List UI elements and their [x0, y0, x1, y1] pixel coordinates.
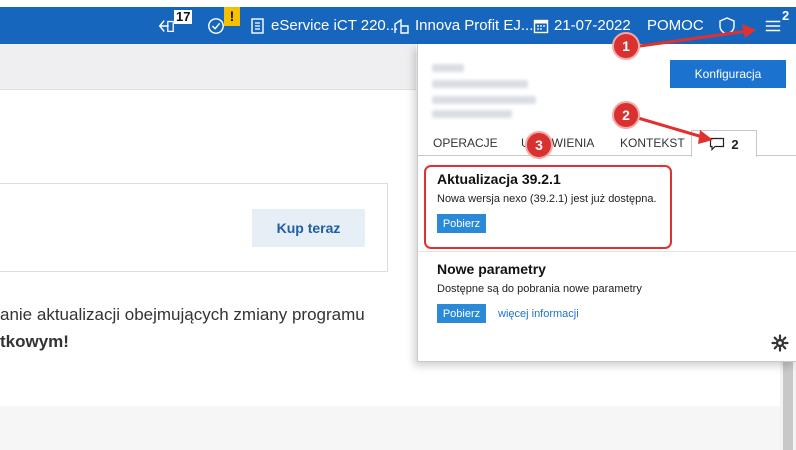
- callout-1: 1: [612, 32, 640, 60]
- info-text-line2: tkowym!: [0, 332, 69, 351]
- date-label: 21-07-2022: [554, 17, 631, 34]
- building-icon: [393, 17, 411, 35]
- document-icon: [249, 17, 267, 35]
- notification-title: Nowe parametry: [437, 261, 546, 277]
- notification-divider: [418, 251, 796, 252]
- eservice-label: eService iCT 220...: [271, 17, 399, 34]
- info-text-line1: anie aktualizacji obejmujących zmiany pr…: [0, 305, 365, 324]
- tab-messages[interactable]: 2: [691, 130, 757, 157]
- blurred-address2: [432, 110, 512, 118]
- security-button[interactable]: [718, 7, 740, 44]
- callout-3: 3: [525, 131, 553, 159]
- blurred-username: [432, 64, 464, 72]
- shield-icon: [718, 16, 736, 35]
- callout-2: 2: [612, 101, 640, 129]
- check-circle-icon: [207, 17, 225, 35]
- highlight-update-box: [424, 165, 672, 249]
- chat-bubble-icon: [709, 137, 725, 151]
- calendar-icon: [532, 17, 550, 35]
- logout-icon: [157, 17, 175, 35]
- gear-icon[interactable]: [771, 334, 789, 352]
- buy-now-button[interactable]: Kup teraz: [252, 209, 365, 247]
- content-header-strip: [0, 44, 416, 90]
- notification-parameters: Nowe parametry Dostępne są do pobrania n…: [437, 261, 642, 323]
- company-label: Innova Profit EJ...: [415, 17, 534, 34]
- notifications-count-badge: 17: [174, 9, 193, 24]
- notification-text: Dostępne są do pobrania nowe parametry: [437, 283, 642, 295]
- company-menu[interactable]: Innova Profit EJ...: [393, 7, 533, 44]
- blurred-company: [432, 80, 528, 88]
- warning-badge: !: [224, 7, 240, 26]
- more-info-link[interactable]: więcej informacji: [498, 308, 579, 320]
- tab-kontekst[interactable]: KONTEKST: [620, 130, 685, 156]
- help-link[interactable]: POMOC: [647, 7, 704, 44]
- configuration-button[interactable]: Konfiguracja: [670, 60, 786, 88]
- bottom-band: [0, 406, 780, 450]
- eservice-menu[interactable]: eService iCT 220...: [249, 7, 398, 44]
- scrollbar-thumb[interactable]: [783, 360, 793, 450]
- messages-tab-count: 2: [731, 136, 739, 152]
- blurred-address1: [432, 96, 536, 104]
- top-bar: 17 ! eService iCT 220... Innova Profit E…: [0, 7, 796, 44]
- download-parameters-button[interactable]: Pobierz: [437, 304, 486, 323]
- tab-operacje[interactable]: OPERACJE: [433, 130, 498, 156]
- menu-count-badge: 2: [782, 8, 790, 23]
